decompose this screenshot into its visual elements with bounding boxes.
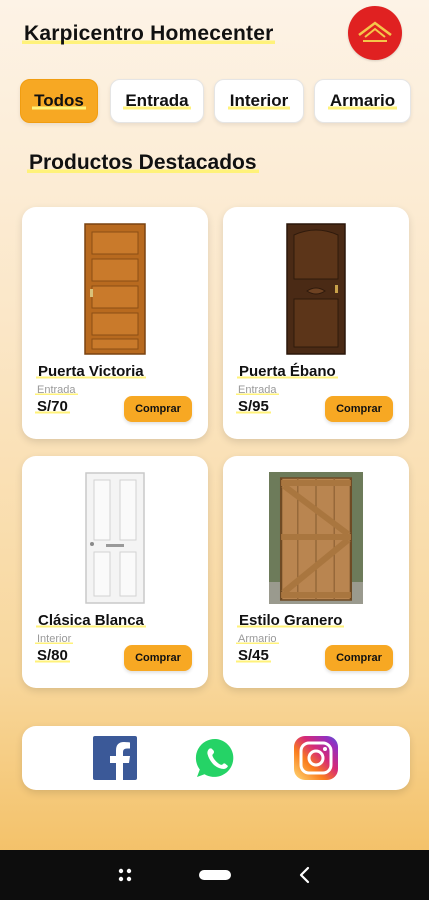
product-category: Entrada: [35, 384, 78, 396]
app-title: Karpicentro Homecenter: [22, 22, 276, 46]
filter-chip-armario[interactable]: Armario: [314, 79, 411, 123]
filter-label: Todos: [32, 91, 86, 111]
product-price: S/45: [236, 647, 271, 664]
product-price: S/80: [35, 647, 70, 664]
product-category: Entrada: [236, 384, 279, 396]
buy-button[interactable]: Comprar: [325, 396, 393, 422]
filter-label: Entrada: [123, 91, 191, 111]
whatsapp-icon[interactable]: [194, 736, 238, 780]
product-card[interactable]: Puerta Victoria Entrada S/70 Comprar: [22, 207, 208, 439]
home-icon[interactable]: [199, 870, 231, 880]
filter-chip-interior[interactable]: Interior: [214, 79, 304, 123]
filter-label: Armario: [327, 91, 398, 111]
facebook-icon[interactable]: [93, 736, 137, 780]
product-card[interactable]: Puerta Ébano Entrada S/95 Comprar: [223, 207, 409, 439]
dark-wood-door-icon: [286, 223, 346, 355]
product-card[interactable]: Estilo Granero Armario S/45 Comprar: [223, 456, 409, 688]
instagram-icon[interactable]: [294, 736, 338, 780]
product-name: Clásica Blanca: [36, 612, 146, 629]
wood-door-paneled-icon: [84, 223, 146, 355]
product-name: Puerta Victoria: [36, 363, 146, 380]
product-category: Armario: [236, 633, 279, 645]
product-category: Interior: [35, 633, 74, 645]
filter-chip-todos[interactable]: Todos: [20, 79, 98, 123]
buy-button[interactable]: Comprar: [325, 645, 393, 671]
system-nav-bar: [0, 850, 429, 900]
filter-label: Interior: [227, 91, 291, 111]
app-header: Karpicentro Homecenter: [22, 6, 412, 60]
barn-door-icon: [269, 472, 363, 604]
section-title: Productos Destacados: [27, 151, 259, 175]
buy-button[interactable]: Comprar: [124, 645, 192, 671]
white-door-icon: [85, 472, 145, 604]
product-name: Puerta Ébano: [237, 363, 338, 380]
filter-chip-entrada[interactable]: Entrada: [110, 79, 204, 123]
category-filters: Todos Entrada Interior Armario: [20, 79, 412, 123]
back-icon[interactable]: [296, 866, 314, 884]
product-name: Estilo Granero: [237, 612, 345, 629]
product-price: S/95: [236, 398, 271, 415]
recent-apps-icon[interactable]: [117, 867, 133, 883]
buy-button[interactable]: Comprar: [124, 396, 192, 422]
social-links: [22, 726, 410, 790]
product-card[interactable]: Clásica Blanca Interior S/80 Comprar: [22, 456, 208, 688]
logo-icon[interactable]: [348, 6, 402, 60]
product-price: S/70: [35, 398, 70, 415]
